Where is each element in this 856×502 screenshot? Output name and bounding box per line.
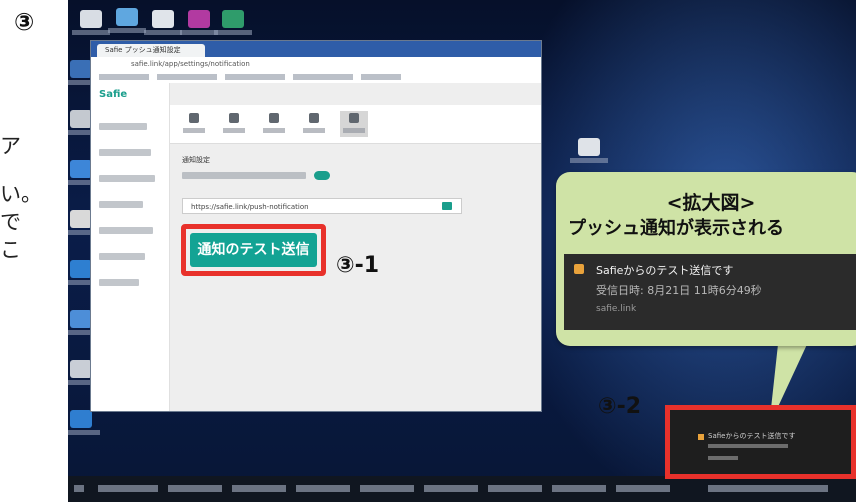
desktop-icon[interactable]: [68, 210, 100, 235]
sidebar-item[interactable]: [99, 279, 139, 286]
start-icon[interactable]: [74, 485, 84, 492]
desktop-notification-line: [708, 456, 738, 460]
toolbar-button[interactable]: [260, 111, 288, 137]
address-bar[interactable]: safie.link/app/settings/notification: [91, 57, 541, 72]
side-text-fragment: で: [0, 210, 21, 234]
taskbar-item[interactable]: [232, 485, 286, 492]
taskbar-item[interactable]: [168, 485, 222, 492]
sidebar-item[interactable]: [99, 149, 151, 156]
side-text-fragment: ア: [0, 134, 21, 158]
notification-source: safie.link: [596, 304, 637, 314]
desktop-icon[interactable]: [68, 260, 100, 285]
chrome-icon: [698, 434, 704, 440]
system-tray[interactable]: [708, 485, 828, 492]
desktop-icon[interactable]: [68, 110, 100, 135]
bookmark-item[interactable]: [99, 74, 149, 80]
desktop-icon[interactable]: [72, 10, 110, 35]
test-send-highlight: 通知のテスト送信: [181, 224, 326, 276]
desktop-icon[interactable]: [68, 60, 100, 85]
step-label-1: ③-1: [336, 253, 380, 278]
taskbar-item[interactable]: [296, 485, 350, 492]
app-sidebar: Safie: [91, 83, 170, 411]
side-text-fragment: こ: [0, 238, 21, 262]
tab-strip: Safie プッシュ通知設定: [91, 41, 541, 57]
section-title: 通知設定: [182, 156, 210, 164]
sidebar-item[interactable]: [99, 227, 153, 234]
app-logo[interactable]: Safie: [99, 89, 127, 100]
notification-url-field[interactable]: https://safie.link/push-notification: [182, 198, 462, 214]
bookmark-item[interactable]: [293, 74, 353, 80]
zoom-callout: <拡大図> プッシュ通知が表示される Safieからのテスト送信です 受信日時:…: [556, 172, 856, 346]
address-text[interactable]: safie.link/app/settings/notification: [131, 60, 250, 68]
taskbar-item[interactable]: [616, 485, 670, 492]
test-send-button[interactable]: 通知のテスト送信: [190, 233, 317, 267]
bookmark-item[interactable]: [225, 74, 285, 80]
desktop-icon[interactable]: [214, 10, 252, 35]
copy-icon[interactable]: [442, 202, 452, 210]
sidebar-item[interactable]: [99, 123, 147, 130]
desktop-icon[interactable]: [180, 10, 218, 35]
zoom-subtitle: プッシュ通知が表示される: [568, 218, 784, 239]
taskbar-item[interactable]: [488, 485, 542, 492]
desktop-icon[interactable]: [68, 160, 100, 185]
settings-toolbar: [170, 105, 541, 144]
desktop-icon[interactable]: [68, 310, 100, 335]
bookmark-item[interactable]: [157, 74, 217, 80]
chrome-icon: [574, 264, 584, 274]
zoom-title: <拡大図>: [666, 192, 756, 214]
step-marker: ③: [14, 8, 35, 36]
browser-tab[interactable]: Safie プッシュ通知設定: [97, 44, 205, 57]
toolbar-button[interactable]: [300, 111, 328, 137]
sidebar-item[interactable]: [99, 201, 143, 208]
taskbar: [68, 476, 856, 502]
taskbar-item[interactable]: [98, 485, 158, 492]
taskbar-item[interactable]: [360, 485, 414, 492]
desktop-notification-title[interactable]: Safieからのテスト送信です: [708, 431, 795, 441]
desktop-icon[interactable]: [68, 410, 100, 435]
notification-time: 受信日時: 8月21日 11時6分49秒: [596, 284, 762, 297]
taskbar-item[interactable]: [424, 485, 478, 492]
push-notification[interactable]: Safieからのテスト送信です 受信日時: 8月21日 11時6分49秒 saf…: [564, 254, 856, 330]
toolbar-button[interactable]: [180, 111, 208, 137]
sidebar-item[interactable]: [99, 175, 155, 182]
step-label-2: ③-2: [598, 394, 642, 419]
toggle-label: [182, 172, 306, 179]
desktop-icon[interactable]: [68, 360, 100, 385]
desktop-icon[interactable]: [108, 8, 146, 33]
sidebar-item[interactable]: [99, 253, 145, 260]
desktop-icon[interactable]: [570, 138, 608, 163]
bookmark-item[interactable]: [361, 74, 401, 80]
notification-toggle[interactable]: [314, 171, 330, 180]
desktop-notification-highlight: Safieからのテスト送信です: [665, 405, 856, 479]
notification-toggle-row: [182, 171, 332, 181]
desktop-icon[interactable]: [144, 10, 182, 35]
desktop-notification-line: [708, 444, 788, 448]
taskbar-item[interactable]: [552, 485, 606, 492]
side-text-fragment: い。: [0, 182, 42, 206]
toolbar-button-active[interactable]: [340, 111, 368, 137]
toolbar-button[interactable]: [220, 111, 248, 137]
notification-title: Safieからのテスト送信です: [596, 264, 734, 277]
